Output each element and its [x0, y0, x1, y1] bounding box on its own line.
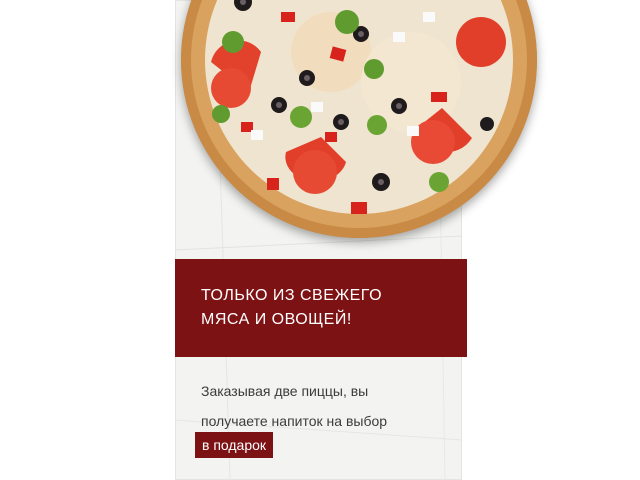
promo-banner: ТОЛЬКО ИЗ СВЕЖЕГО МЯСА И ОВОЩЕЙ!	[175, 259, 467, 357]
gift-badge[interactable]: в подарок	[195, 432, 274, 458]
promo-headline: ТОЛЬКО ИЗ СВЕЖЕГО МЯСА И ОВОЩЕЙ!	[201, 287, 383, 328]
promo-description: Заказывая две пиццы, вы получаете напито…	[201, 383, 388, 429]
